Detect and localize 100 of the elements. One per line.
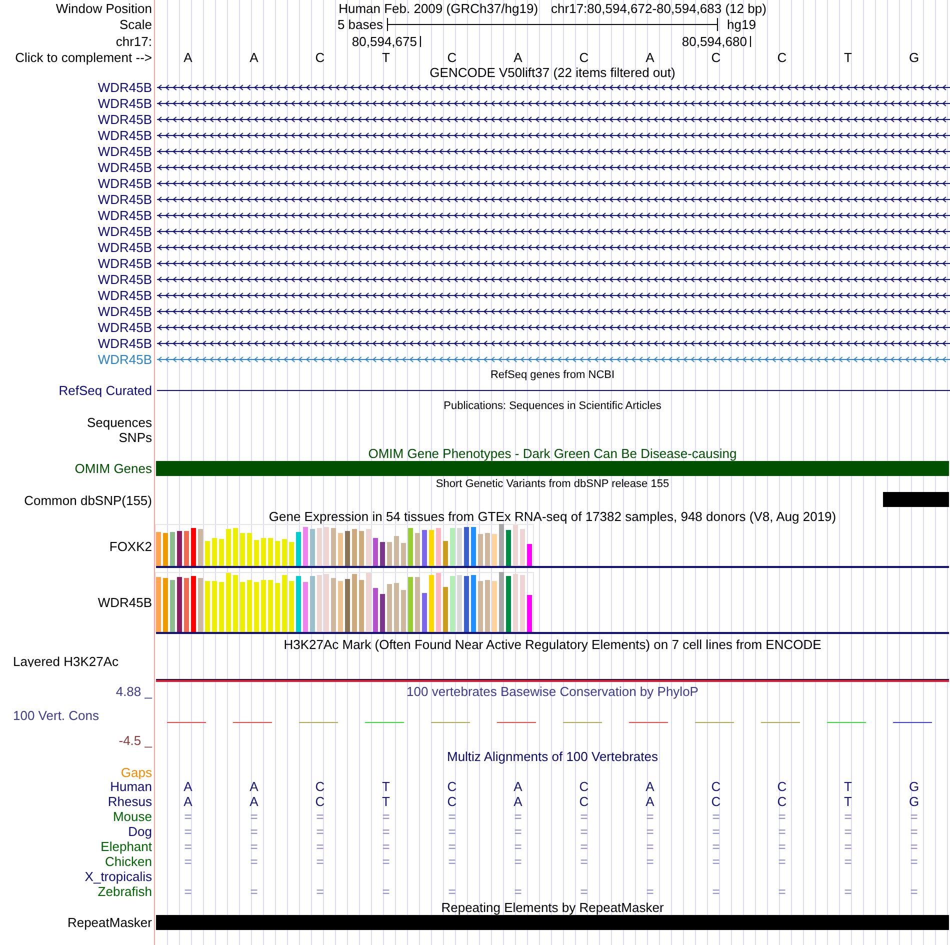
expression-bar <box>324 527 329 566</box>
expression-bar <box>205 581 210 632</box>
gene-label[interactable]: WDR45B <box>98 352 152 366</box>
track-label[interactable]: RefSeq Curated <box>58 383 152 398</box>
base-letter: A <box>250 50 258 64</box>
aligned-base: = <box>844 854 852 869</box>
track-label[interactable]: SNPs <box>118 430 152 445</box>
gene-label[interactable]: WDR45B <box>98 224 152 238</box>
gene-label[interactable]: WDR45B <box>98 112 152 126</box>
expression-bar <box>289 581 294 632</box>
track-label[interactable]: 100 Vert. Cons <box>13 708 99 723</box>
aligned-base: = <box>448 824 456 839</box>
aligned-base: = <box>910 839 918 854</box>
track-label[interactable]: RepeatMasker <box>67 915 152 930</box>
aligned-base: = <box>778 884 786 899</box>
gene-label[interactable]: WDR45B <box>98 594 152 610</box>
complement-link[interactable]: Click to complement --> <box>15 50 152 64</box>
species-label[interactable]: X_tropicalis <box>84 869 152 884</box>
aligned-base: = <box>778 839 786 854</box>
expression-bar <box>527 544 532 566</box>
gene-label[interactable]: WDR45B <box>98 208 152 222</box>
species-label[interactable]: Dog <box>128 824 152 839</box>
axis-max-label: 4.88 _ <box>116 684 152 698</box>
expression-bar <box>394 536 399 566</box>
species-label[interactable]: Human <box>110 779 152 794</box>
expression-bar <box>177 577 182 632</box>
expression-bar <box>331 578 336 632</box>
expression-bar <box>275 583 280 632</box>
species-label[interactable]: Chicken <box>105 854 152 869</box>
expression-bar <box>352 529 357 566</box>
aligned-base: = <box>646 839 654 854</box>
expression-bar <box>198 578 203 632</box>
expression-bar <box>170 532 175 566</box>
expression-bar <box>394 583 399 632</box>
species-label[interactable]: Rhesus <box>108 794 152 809</box>
gene-label[interactable]: WDR45B <box>98 336 152 350</box>
base-letter: A <box>184 50 192 64</box>
expression-bar <box>184 531 189 566</box>
gene-label[interactable]: WDR45B <box>98 160 152 174</box>
aligned-base: = <box>712 824 720 839</box>
track-label[interactable]: Sequences <box>86 415 152 430</box>
gene-label[interactable]: WDR45B <box>98 304 152 318</box>
aligned-base: = <box>910 809 918 824</box>
expression-bar <box>485 533 490 566</box>
track-label[interactable]: Layered H3K27Ac <box>13 654 119 669</box>
aligned-base: A <box>184 779 192 794</box>
expression-bar <box>415 533 420 566</box>
aligned-base: = <box>184 839 192 854</box>
expression-bar <box>471 527 476 566</box>
expression-bar <box>338 533 343 566</box>
expression-bar <box>492 581 497 632</box>
gene-label[interactable]: WDR45B <box>98 192 152 206</box>
expression-bar <box>380 594 385 632</box>
expression-bar <box>408 528 413 566</box>
track-label[interactable]: OMIM Genes <box>74 461 152 476</box>
expression-bar <box>485 580 490 632</box>
aligned-base: = <box>448 854 456 869</box>
track-title: 100 vertebrates Basewise Conservation by PhyloP <box>406 684 698 698</box>
expression-bar <box>366 529 371 566</box>
coordinate-tick <box>420 36 421 46</box>
expression-bar <box>296 576 301 632</box>
aligned-base: A <box>514 779 522 794</box>
aligned-base: = <box>250 839 258 854</box>
gene-label[interactable]: WDR45B <box>98 272 152 286</box>
expression-bar <box>422 530 427 566</box>
species-label[interactable]: Elephant <box>100 839 152 854</box>
aligned-base: = <box>580 839 588 854</box>
gene-label[interactable]: FOXK2 <box>109 539 152 554</box>
aligned-base: = <box>382 839 390 854</box>
aligned-base: A <box>250 794 258 809</box>
expression-bar <box>226 573 231 632</box>
expression-bar <box>191 528 196 566</box>
expression-bar <box>282 539 287 566</box>
aligned-base: = <box>184 824 192 839</box>
aligned-base: = <box>646 809 654 824</box>
species-label[interactable]: Mouse <box>112 809 152 824</box>
expression-bar <box>247 580 252 632</box>
gene-label[interactable]: WDR45B <box>98 320 152 334</box>
gene-label[interactable]: WDR45B <box>98 240 152 254</box>
gene-label[interactable]: WDR45B <box>98 96 152 110</box>
gene-label[interactable]: WDR45B <box>98 144 152 158</box>
expression-bar <box>429 575 434 632</box>
species-label[interactable]: Zebrafish <box>98 884 152 899</box>
expression-bar <box>415 577 420 632</box>
base-letter: C <box>711 50 721 64</box>
expression-bar <box>219 582 224 632</box>
aligned-base: C <box>579 794 589 809</box>
expression-bar <box>156 577 161 632</box>
coordinate-label: 80,594,675 <box>352 34 417 48</box>
expression-bar <box>380 542 385 566</box>
gene-label[interactable]: WDR45B <box>98 80 152 94</box>
gene-label[interactable]: WDR45B <box>98 288 152 302</box>
gene-label[interactable]: WDR45B <box>98 128 152 142</box>
gene-label[interactable]: WDR45B <box>98 256 152 270</box>
track-label[interactable]: Common dbSNP(155) <box>24 492 152 508</box>
expression-bar <box>303 527 308 566</box>
base-letter: A <box>514 50 522 64</box>
expression-bar <box>506 576 511 632</box>
expression-bar <box>373 538 378 566</box>
gene-label[interactable]: WDR45B <box>98 176 152 190</box>
